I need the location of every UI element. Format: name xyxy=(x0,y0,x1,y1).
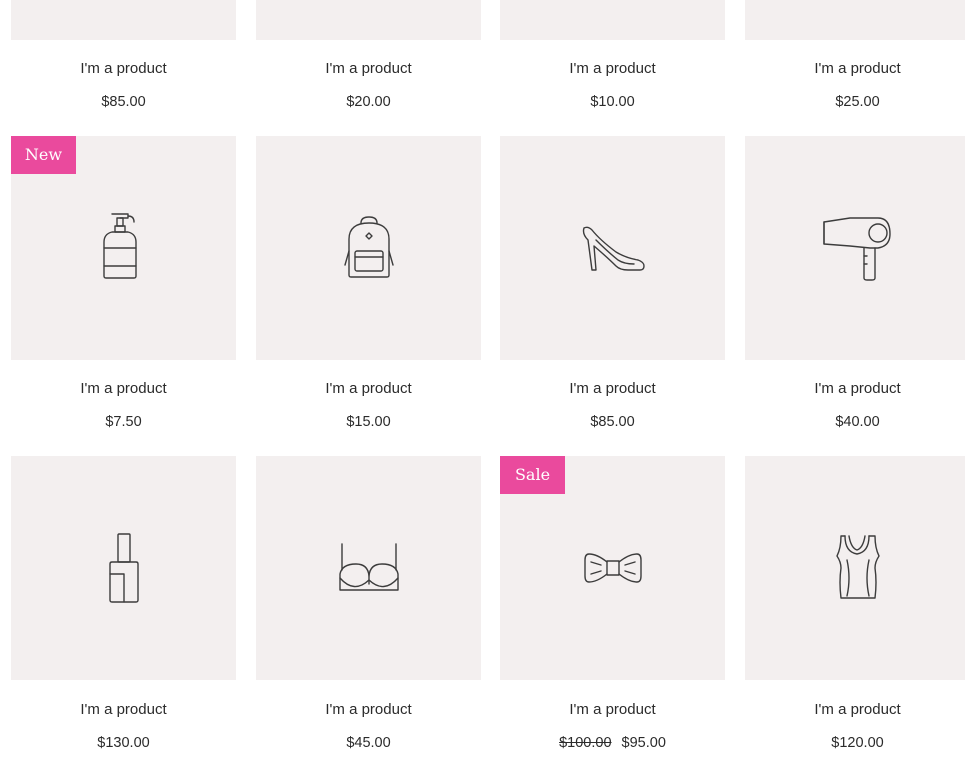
product-price: $7.50 xyxy=(105,414,142,430)
product-name[interactable]: I'm a product xyxy=(500,60,725,77)
nail-polish-icon xyxy=(108,533,139,603)
product-image[interactable] xyxy=(500,136,725,360)
product-name[interactable]: I'm a product xyxy=(745,701,965,718)
product-image[interactable] xyxy=(11,456,236,680)
product-name[interactable]: I'm a product xyxy=(745,60,965,77)
product-price: $85.00 xyxy=(590,414,635,430)
product-image[interactable] xyxy=(745,136,965,360)
sale-ribbon: Sale xyxy=(500,456,565,494)
product-name[interactable]: I'm a product xyxy=(11,60,236,77)
product-image[interactable] xyxy=(256,456,481,680)
product-price: $15.00 xyxy=(346,414,391,430)
product-price: $85.00 xyxy=(101,94,146,110)
product-name[interactable]: I'm a product xyxy=(11,701,236,718)
product-image[interactable] xyxy=(745,456,965,680)
product-image[interactable] xyxy=(256,0,481,40)
product-price: $10.00 xyxy=(590,94,635,110)
bow-tie-icon xyxy=(583,553,642,583)
product-name[interactable]: I'm a product xyxy=(11,380,236,397)
original-price: $100.00 xyxy=(559,735,612,751)
new-ribbon: New xyxy=(11,136,76,174)
product-name[interactable]: I'm a product xyxy=(256,380,481,397)
product-image[interactable] xyxy=(256,136,481,360)
product-price: $40.00 xyxy=(835,414,880,430)
product-image[interactable]: Sale xyxy=(500,456,725,680)
sale-price: $95.00 xyxy=(621,735,666,751)
product-name[interactable]: I'm a product xyxy=(745,380,965,397)
hair-dryer-icon xyxy=(822,217,891,281)
backpack-icon xyxy=(343,216,394,278)
product-price: $20.00 xyxy=(346,94,391,110)
product-image[interactable] xyxy=(745,0,965,40)
product-name[interactable]: I'm a product xyxy=(256,60,481,77)
product-name[interactable]: I'm a product xyxy=(500,380,725,397)
product-name[interactable]: I'm a product xyxy=(500,701,725,718)
soap-dispenser-icon xyxy=(102,213,137,279)
bra-icon xyxy=(338,543,399,591)
product-price: $120.00 xyxy=(831,735,884,751)
product-image[interactable] xyxy=(500,0,725,40)
product-price: $45.00 xyxy=(346,735,391,751)
product-image[interactable] xyxy=(11,0,236,40)
product-name[interactable]: I'm a product xyxy=(256,701,481,718)
product-price: $25.00 xyxy=(835,94,880,110)
product-image[interactable]: New xyxy=(11,136,236,360)
product-price: $130.00 xyxy=(97,735,150,751)
tank-top-icon xyxy=(835,535,880,599)
high-heel-shoe-icon xyxy=(582,226,645,271)
